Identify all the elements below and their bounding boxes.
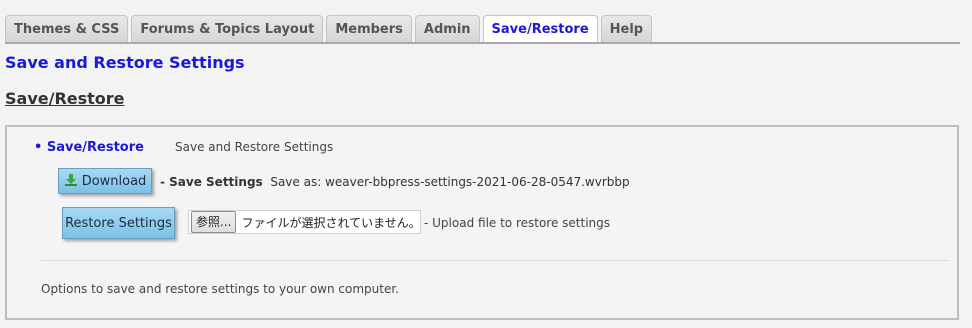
- tab-bar: Themes & CSS Forums & Topics Layout Memb…: [5, 15, 653, 42]
- save-restore-bullet: • Save/Restore: [34, 140, 144, 155]
- file-status-text: ファイルが選択されていません。: [241, 215, 421, 230]
- tab-forums-topics-layout[interactable]: Forums & Topics Layout: [131, 15, 324, 42]
- save-settings-label: - Save Settings: [160, 175, 263, 189]
- download-button[interactable]: Download: [58, 168, 152, 194]
- file-input[interactable]: 参照... ファイルが選択されていません。: [188, 210, 421, 234]
- tab-divider: [5, 42, 960, 44]
- upload-description: - Upload file to restore settings: [424, 216, 611, 230]
- tab-save-restore[interactable]: Save/Restore: [482, 15, 598, 42]
- file-browse-button[interactable]: 参照...: [191, 211, 237, 233]
- options-description: Options to save and restore settings to …: [41, 282, 399, 296]
- download-arrow-icon: [64, 173, 78, 187]
- tab-help[interactable]: Help: [600, 15, 653, 42]
- save-restore-description: Save and Restore Settings: [175, 140, 334, 154]
- page-title: Save and Restore Settings: [5, 53, 245, 72]
- tab-members[interactable]: Members: [326, 15, 412, 42]
- restore-settings-button[interactable]: Restore Settings: [62, 207, 175, 239]
- save-settings-line: - Save Settings Save as: weaver-bbpress-…: [160, 175, 630, 189]
- save-restore-panel: • Save/Restore Save and Restore Settings…: [5, 125, 959, 320]
- panel-divider: [41, 260, 949, 261]
- section-title: Save/Restore: [5, 89, 125, 108]
- download-button-label: Download: [81, 173, 147, 189]
- tab-themes-css[interactable]: Themes & CSS: [5, 15, 129, 42]
- tab-admin[interactable]: Admin: [414, 15, 480, 42]
- save-as-filename: Save as: weaver-bbpress-settings-2021-06…: [270, 175, 630, 189]
